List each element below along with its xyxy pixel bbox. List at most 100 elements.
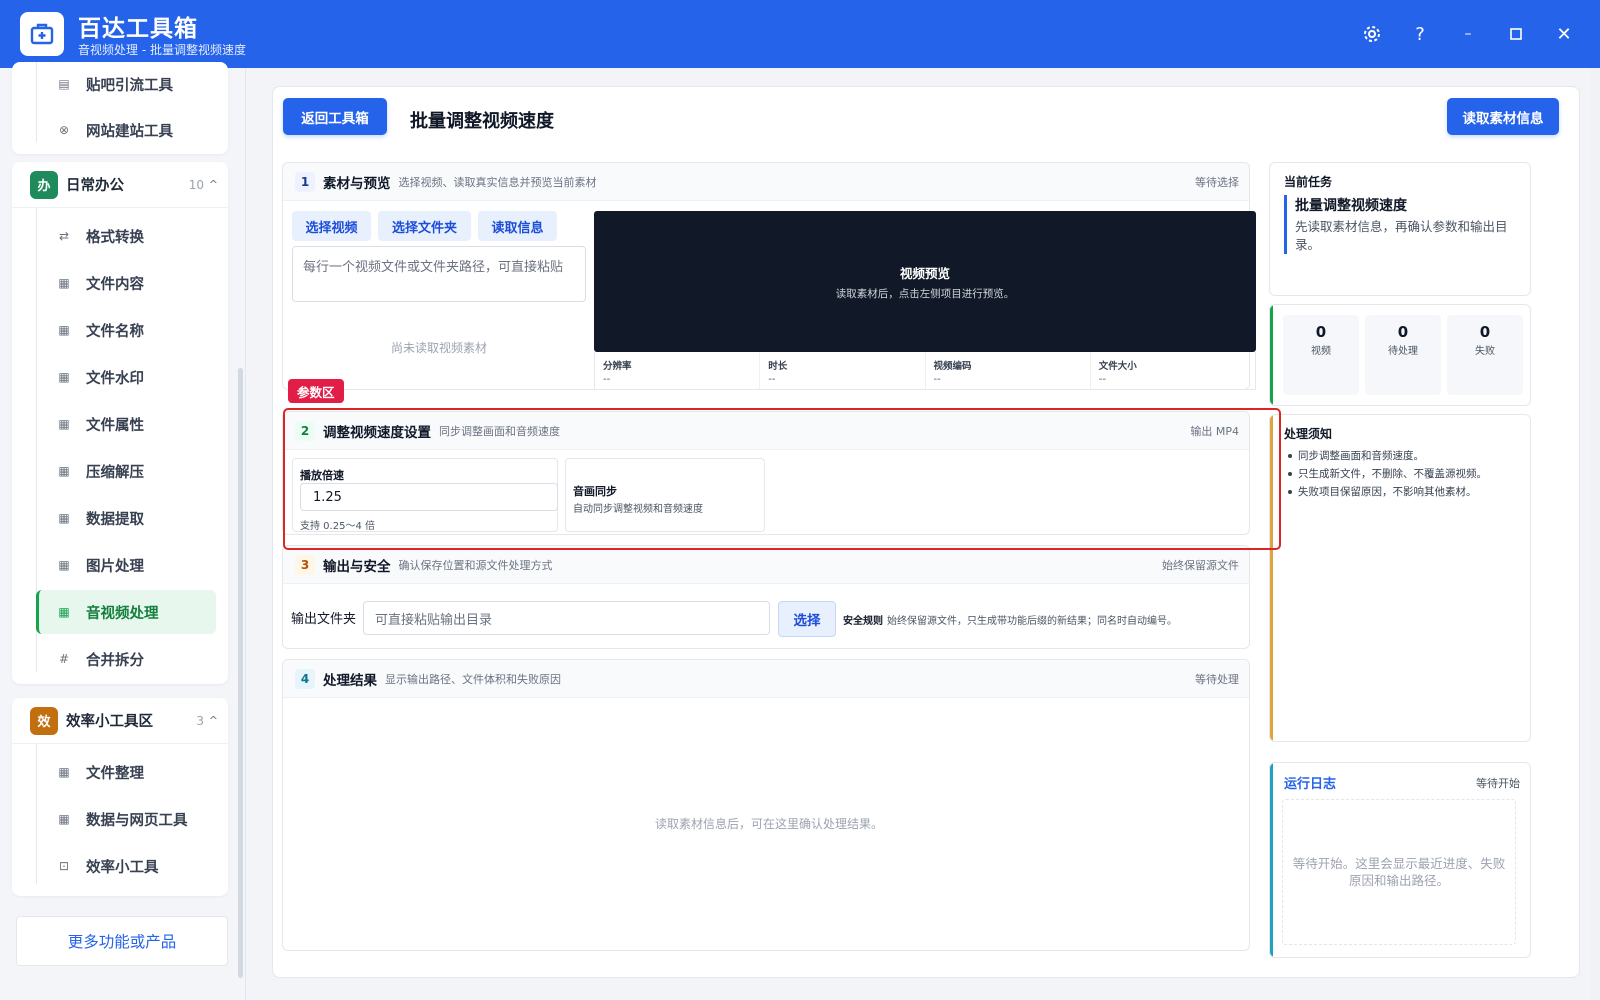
run-log-card: 运行日志 等待开始 等待开始。这里会显示最近进度、失败原因和输出路径。 <box>1269 762 1531 958</box>
meta-value: -- <box>603 374 611 385</box>
notice-item: 失败项目保留原因，不影响其他素材。 <box>1284 483 1528 501</box>
results-empty-note: 读取素材信息后，可在这里确认处理结果。 <box>655 817 884 831</box>
output-folder-input[interactable]: 可直接粘贴输出目录 <box>363 601 770 635</box>
collapse-caret-icon[interactable]: ^ <box>209 178 218 191</box>
empty-material-note: 尚未读取视频素材 <box>391 341 488 355</box>
group-name: 效率小工具区 <box>66 714 153 730</box>
grid-icon: ▦ <box>58 511 70 525</box>
stats-card: 0 视频 0 待处理 0 失败 <box>1269 304 1531 406</box>
section-output-safety: 3 输出与安全 确认保存位置和源文件处理方式 始终保留源文件 输出文件夹 可直接… <box>282 545 1250 649</box>
sidebar-item[interactable]: ▦ 音视频处理 <box>36 590 216 634</box>
run-log-status: 等待开始 <box>1476 777 1520 790</box>
section-title: 输出与安全 <box>323 558 391 575</box>
toolbox-icon <box>30 23 54 45</box>
help-icon[interactable]: ? <box>1406 20 1434 48</box>
sidebar-item[interactable]: ▦ 文件内容 <box>36 261 216 305</box>
grid-icon: ▦ <box>58 765 70 779</box>
grid-icon: ▦ <box>58 464 70 478</box>
sidebar-item[interactable]: ▦ 文件水印 <box>36 355 216 399</box>
param-area-tag: 参数区 <box>288 379 344 403</box>
video-path-input[interactable]: 每行一个视频文件或文件夹路径，可直接粘贴 <box>292 246 586 302</box>
sidebar-item-website[interactable]: ⊗ 网站建站工具 <box>36 108 216 152</box>
sidebar-item[interactable]: ▦ 压缩解压 <box>36 449 216 493</box>
settings-icon[interactable] <box>1358 20 1386 48</box>
meta-resolution: 分辨率 -- <box>595 352 761 389</box>
meta-label: 文件大小 <box>1098 361 1137 372</box>
stat-value: 0 <box>1397 323 1409 341</box>
stat-videos: 0 视频 <box>1283 315 1359 395</box>
param-area-highlight <box>283 408 1281 550</box>
sidebar-item-label: 数据与网页工具 <box>86 812 188 829</box>
title-bar: 百达工具箱 音视频处理 - 批量调整视频速度 ? – ✕ <box>0 0 1600 68</box>
back-to-toolbox-button[interactable]: 返回工具箱 <box>283 98 387 135</box>
sidebar-item-tieba[interactable]: ▤ 贴吧引流工具 <box>36 62 216 106</box>
section-desc: 确认保存位置和源文件处理方式 <box>398 558 553 572</box>
meta-filesize: 文件大小 -- <box>1091 352 1255 389</box>
section-results: 4 处理结果 显示输出路径、文件体积和失败原因 等待处理 读取素材信息后，可在这… <box>282 659 1250 951</box>
close-icon[interactable]: ✕ <box>1550 20 1578 48</box>
choose-folder-button[interactable]: 选择 <box>778 601 836 637</box>
sidebar: ▤ 贴吧引流工具 ⊗ 网站建站工具 办 日常办公 10 ^ ⇄ 格式转换 ▦ 文件内容… <box>0 62 246 1000</box>
select-folder-button[interactable]: 选择文件夹 <box>378 211 471 241</box>
grid-icon: ▦ <box>58 323 70 337</box>
run-log-heading: 运行日志 <box>1284 777 1337 792</box>
notice-item: 只生成新文件，不删除、不覆盖源视频。 <box>1284 465 1528 483</box>
group-header-efficiency[interactable]: 效 效率小工具区 3 ^ <box>12 698 228 744</box>
sidebar-item-label: 贴吧引流工具 <box>86 77 173 94</box>
safety-rule-label: 安全规则 <box>843 616 883 627</box>
collapse-caret-icon[interactable]: ^ <box>209 714 218 727</box>
sidebar-item[interactable]: ⊡ 效率小工具 <box>36 844 216 888</box>
sidebar-item[interactable]: ▦ 文件属性 <box>36 402 216 446</box>
box-icon: ⊡ <box>58 859 70 873</box>
task-box: 批量调整视频速度 先读取素材信息，再确认参数和输出目录。 <box>1284 195 1524 254</box>
current-task-heading: 当前任务 <box>1284 175 1333 189</box>
more-features-button[interactable]: 更多功能或产品 <box>16 916 228 966</box>
video-meta-row: 分辨率 -- 时长 -- 视频编码 -- 文件大小 -- <box>594 352 1256 390</box>
meta-label: 视频编码 <box>933 361 972 372</box>
stat-value: 0 <box>1315 323 1327 341</box>
main-scrollbar[interactable] <box>1590 68 1600 1000</box>
stat-label: 待处理 <box>1388 346 1418 357</box>
group-count: 3 <box>196 713 204 728</box>
read-info-button[interactable]: 读取信息 <box>478 211 557 241</box>
section-title: 处理结果 <box>323 672 377 689</box>
sidebar-item[interactable]: ▦ 文件整理 <box>36 750 216 794</box>
section-status: 等待选择 <box>1195 175 1239 189</box>
app-logo <box>20 12 64 56</box>
group-header-office[interactable]: 办 日常办公 10 ^ <box>12 162 228 208</box>
grid-icon: ▦ <box>58 370 70 384</box>
task-name: 批量调整视频速度 <box>1295 198 1407 214</box>
meta-label: 时长 <box>768 361 788 372</box>
globe-icon: ⊗ <box>58 123 70 137</box>
sidebar-item-label: 文件属性 <box>86 417 144 434</box>
stat-label: 失败 <box>1475 346 1495 357</box>
safety-rule: 安全规则 始终保留源文件，只生成带功能后缀的新结果；同名时自动编号。 <box>843 612 1177 627</box>
sidebar-item-label: 压缩解压 <box>86 464 144 481</box>
stat-value: 0 <box>1479 323 1491 341</box>
sidebar-item-label: 效率小工具 <box>86 859 159 876</box>
run-log-area: 等待开始。这里会显示最近进度、失败原因和输出路径。 <box>1282 799 1516 945</box>
nav-group-efficiency: 效 效率小工具区 3 ^ ▦ 文件整理 ▦ 数据与网页工具 ⊡ 效率小工具 <box>12 698 228 896</box>
sidebar-item-label: 文件内容 <box>86 276 144 293</box>
sidebar-item[interactable]: ▦ 文件名称 <box>36 308 216 352</box>
output-folder-label: 输出文件夹 <box>291 612 357 627</box>
sidebar-item[interactable]: ⇄ 格式转换 <box>36 214 216 258</box>
select-video-button[interactable]: 选择视频 <box>292 211 371 241</box>
section-desc: 显示输出路径、文件体积和失败原因 <box>385 672 561 686</box>
read-material-info-button[interactable]: 读取素材信息 <box>1447 98 1559 135</box>
meta-value: -- <box>768 374 776 385</box>
notice-list: 同步调整画面和音频速度。 只生成新文件，不删除、不覆盖源视频。 失败项目保留原因… <box>1284 447 1528 501</box>
sidebar-item[interactable]: # 合并拆分 <box>36 637 216 681</box>
section-material-preview: 1 素材与预览 选择视频、读取真实信息并预览当前素材 等待选择 选择视频 选择文… <box>282 162 1256 390</box>
minimize-icon[interactable]: – <box>1454 20 1482 48</box>
grid-icon: ▦ <box>58 276 70 290</box>
grid-icon: ▦ <box>58 605 70 619</box>
sidebar-item-label: 网站建站工具 <box>86 123 173 140</box>
step-number: 3 <box>295 554 315 575</box>
sidebar-item[interactable]: ▦ 图片处理 <box>36 543 216 587</box>
notice-card: 处理须知 同步调整画面和音频速度。 只生成新文件，不删除、不覆盖源视频。 失败项… <box>1269 414 1531 742</box>
sidebar-item[interactable]: ▦ 数据提取 <box>36 496 216 540</box>
sidebar-scrollbar[interactable] <box>238 368 243 978</box>
sidebar-item[interactable]: ▦ 数据与网页工具 <box>36 797 216 841</box>
maximize-icon[interactable] <box>1502 20 1530 48</box>
